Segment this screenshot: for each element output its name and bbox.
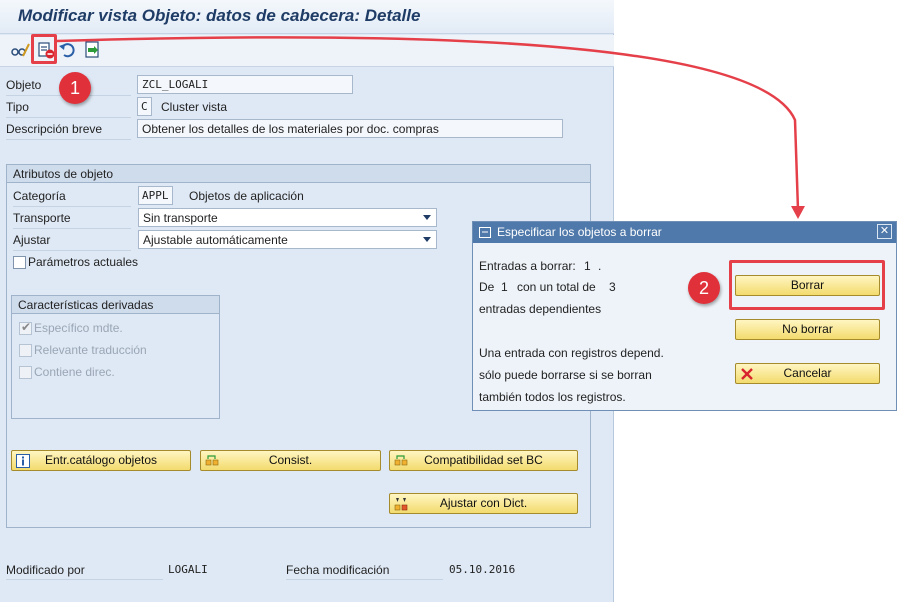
total-count: 3 (609, 280, 616, 294)
check-objects-icon (205, 455, 219, 466)
descripcion-label: Descripción breve (6, 122, 103, 136)
contiene-checkbox (19, 366, 32, 379)
descripcion-field[interactable]: Obtener los detalles de los materiales p… (137, 119, 563, 138)
cancelar-button[interactable]: Cancelar (735, 363, 880, 384)
title-bar: Modificar vista Objeto: datos de cabecer… (0, 0, 614, 34)
entradas-prefix: Entradas a borrar: (479, 259, 576, 273)
undo-icon[interactable] (58, 40, 78, 60)
checkmark-icon: ✔ (21, 320, 32, 334)
cancelar-label: Cancelar (783, 366, 832, 380)
total-text: con un total de (517, 280, 596, 294)
dialog-window-icon (479, 227, 491, 238)
categoria-label: Categoría (13, 189, 66, 203)
tipo-text: Cluster vista (161, 100, 228, 114)
application-toolbar (0, 35, 614, 67)
objeto-label: Objeto (6, 78, 42, 92)
no-borrar-button[interactable]: No borrar (735, 319, 880, 340)
ajustar-dict-button[interactable]: Ajustar con Dict. (389, 493, 578, 514)
dialog-body: Entradas a borrar: 1 . De 1 con un total… (473, 243, 896, 410)
ajustar-dict-label: Ajustar con Dict. (439, 496, 528, 510)
row-divider (13, 228, 131, 229)
atributos-header: Atributos de objeto (7, 165, 590, 183)
categoria-field[interactable]: APPL (138, 186, 173, 205)
ajustar-label: Ajustar (13, 233, 51, 247)
fecha-value: 05.10.2016 (449, 563, 516, 576)
consist-button[interactable]: Consist. (200, 450, 381, 471)
chevron-down-icon (423, 237, 431, 242)
row-divider (6, 117, 131, 118)
tipo-label: Tipo (6, 100, 29, 114)
parametros-label: Parámetros actuales (28, 255, 139, 269)
transport-icon[interactable] (82, 40, 102, 60)
derivadas-header: Características derivadas (12, 296, 219, 314)
info-icon (16, 454, 30, 468)
parametros-checkbox[interactable] (13, 256, 26, 269)
objeto-field[interactable]: ZCL_LOGALI (137, 75, 353, 94)
row-divider (286, 579, 443, 580)
entradas-suffix: . (598, 259, 602, 273)
relevante-checkbox (19, 344, 32, 357)
de-prefix: De (479, 280, 495, 294)
dialog-title-bar: Especificar los objetos a borrar ✕ (473, 222, 896, 243)
chevron-down-icon (423, 215, 431, 220)
transporte-select[interactable]: Sin transporte (138, 208, 437, 227)
row-divider (6, 139, 131, 140)
adjust-dictionary-icon (394, 498, 408, 511)
row-divider (13, 250, 131, 251)
compat-label: Compatibilidad set BC (424, 453, 543, 467)
row-divider (6, 579, 163, 580)
especifico-label: Específico mdte. (34, 321, 123, 335)
borrar-button[interactable]: Borrar (735, 275, 880, 296)
compatibility-icon (394, 455, 408, 466)
delete-object-icon[interactable] (36, 40, 56, 60)
dialog-title: Especificar los objetos a borrar (497, 225, 662, 239)
info-line-3: también todos los registros. (479, 390, 626, 404)
step-badge-1: 1 (59, 72, 91, 104)
transporte-label: Transporte (13, 211, 71, 225)
relevante-label: Relevante traducción (34, 343, 147, 357)
entradas-count: 1 (584, 259, 591, 273)
info-line-1: Una entrada con registros depend. (479, 346, 664, 360)
catalogo-button[interactable]: Entr.catálogo objetos (11, 450, 191, 471)
compat-button[interactable]: Compatibilidad set BC (389, 450, 578, 471)
step-badge-2: 2 (688, 272, 720, 304)
info-line-2: sólo puede borrarse si se borran (479, 368, 652, 382)
categoria-text: Objetos de aplicación (189, 189, 304, 203)
cancel-x-icon (741, 368, 753, 380)
modificado-value: LOGALI (168, 563, 208, 576)
especifico-checkbox: ✔ (19, 320, 32, 335)
delete-objects-dialog: Especificar los objetos a borrar ✕ Entra… (472, 221, 897, 411)
catalogo-label: Entr.catálogo objetos (44, 453, 158, 467)
close-icon[interactable]: ✕ (877, 224, 892, 239)
transporte-value: Sin transporte (143, 211, 218, 225)
consist-label: Consist. (268, 453, 313, 467)
ajustar-value: Ajustable automáticamente (143, 233, 288, 247)
fecha-label: Fecha modificación (286, 563, 390, 577)
derivadas-group: Características derivadas ✔ Específico m… (11, 295, 220, 419)
de-count: 1 (501, 280, 508, 294)
row-divider (13, 206, 131, 207)
display-change-icon[interactable] (10, 40, 30, 60)
tipo-field[interactable]: C (137, 97, 152, 116)
dependientes-text: entradas dependientes (479, 302, 602, 316)
ajustar-select[interactable]: Ajustable automáticamente (138, 230, 437, 249)
modificado-label: Modificado por (6, 563, 85, 577)
contiene-label: Contiene direc. (34, 365, 115, 379)
window-title: Modificar vista Objeto: datos de cabecer… (18, 6, 421, 25)
